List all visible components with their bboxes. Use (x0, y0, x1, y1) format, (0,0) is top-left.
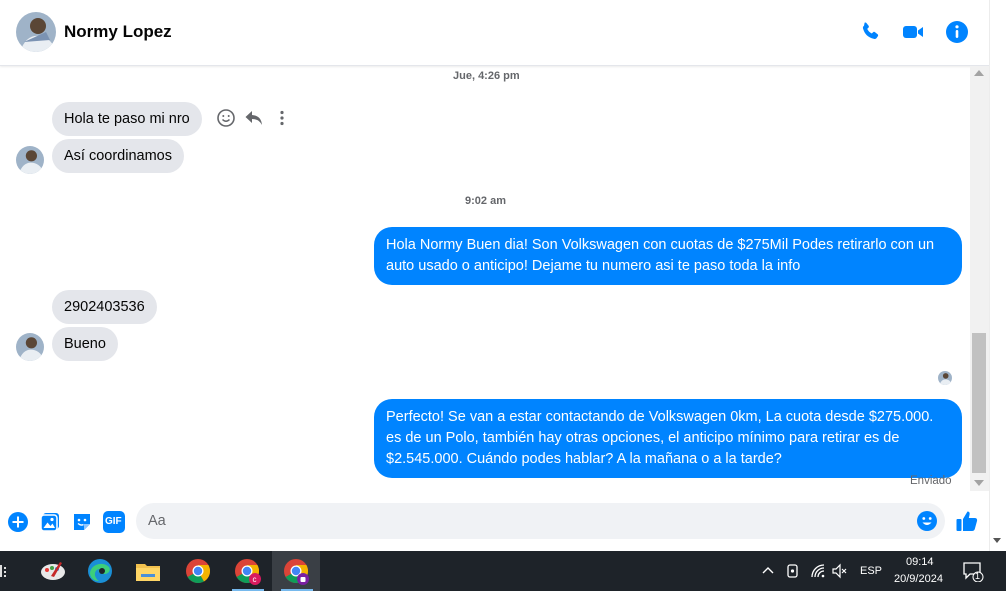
chrome-icon[interactable] (183, 556, 213, 586)
message-input-placeholder: Aa (148, 513, 166, 529)
emoji-icon[interactable] (916, 510, 938, 532)
show-hidden-icons-icon[interactable] (762, 565, 774, 577)
video-icon[interactable] (901, 20, 925, 44)
volume-muted-icon[interactable] (832, 563, 848, 579)
chat-header: Normy Lopez (0, 0, 989, 66)
contact-name[interactable]: Normy Lopez (64, 22, 172, 42)
phone-icon[interactable] (858, 20, 882, 44)
like-icon[interactable] (955, 509, 979, 533)
message-bubble-incoming[interactable]: 2902403536 (52, 290, 157, 324)
message-bubble-outgoing[interactable]: Hola Normy Buen dia! Son Volkswagen con … (374, 227, 962, 285)
contact-avatar-small (16, 333, 44, 361)
gallery-icon[interactable] (39, 511, 61, 533)
sticker-icon[interactable] (71, 511, 93, 533)
file-explorer-icon[interactable] (133, 556, 163, 586)
edge-icon[interactable] (85, 556, 115, 586)
chrome-profile-c-icon[interactable]: c (232, 556, 262, 586)
contact-avatar-small (16, 146, 44, 174)
scroll-up-arrow[interactable] (974, 70, 984, 76)
notification-count: 1 (975, 571, 981, 581)
page-scroll-down-arrow[interactable] (993, 538, 1001, 543)
emoji-reaction-icon[interactable] (216, 108, 236, 128)
more-options-icon[interactable] (272, 108, 292, 128)
svg-text:c: c (253, 575, 257, 584)
scrollbar-thumb[interactable] (972, 333, 986, 473)
wifi-icon[interactable] (810, 563, 826, 579)
seen-avatar (938, 371, 952, 385)
reply-icon[interactable] (244, 108, 264, 128)
plus-icon[interactable] (7, 511, 29, 533)
info-icon[interactable] (945, 20, 969, 44)
timestamp: 9:02 am (465, 195, 506, 207)
scroll-down-arrow[interactable] (974, 480, 984, 486)
meet-now-icon[interactable] (786, 563, 800, 579)
message-bubble-incoming[interactable]: Hola te paso mi nro (52, 102, 202, 136)
contact-avatar[interactable] (16, 12, 56, 52)
input-language[interactable]: ESP (860, 565, 882, 577)
message-input[interactable]: Aa (136, 503, 945, 539)
message-bubble-outgoing[interactable]: Perfecto! Se van a estar contactando de … (374, 399, 962, 478)
timestamp: Jue, 4:26 pm (453, 70, 520, 82)
chrome-profile-active-icon[interactable] (281, 556, 311, 586)
notification-center-icon[interactable] (962, 560, 984, 582)
gif-label: GIF (105, 516, 122, 527)
message-bubble-incoming[interactable]: Bueno (52, 327, 118, 361)
clock-time[interactable]: 09:14 (906, 556, 934, 568)
gif-icon[interactable]: GIF (103, 511, 125, 533)
paint-icon[interactable] (38, 556, 68, 586)
message-bubble-incoming[interactable]: Así coordinamos (52, 139, 184, 173)
page-scrollbar[interactable] (989, 0, 1006, 551)
messenger-window: Normy Lopez Jue, 4:26 pm Hola te paso mi… (0, 0, 1006, 591)
task-view-icon[interactable] (0, 563, 10, 579)
message-status: Enviado (910, 475, 952, 487)
clock-date[interactable]: 20/9/2024 (894, 573, 943, 585)
